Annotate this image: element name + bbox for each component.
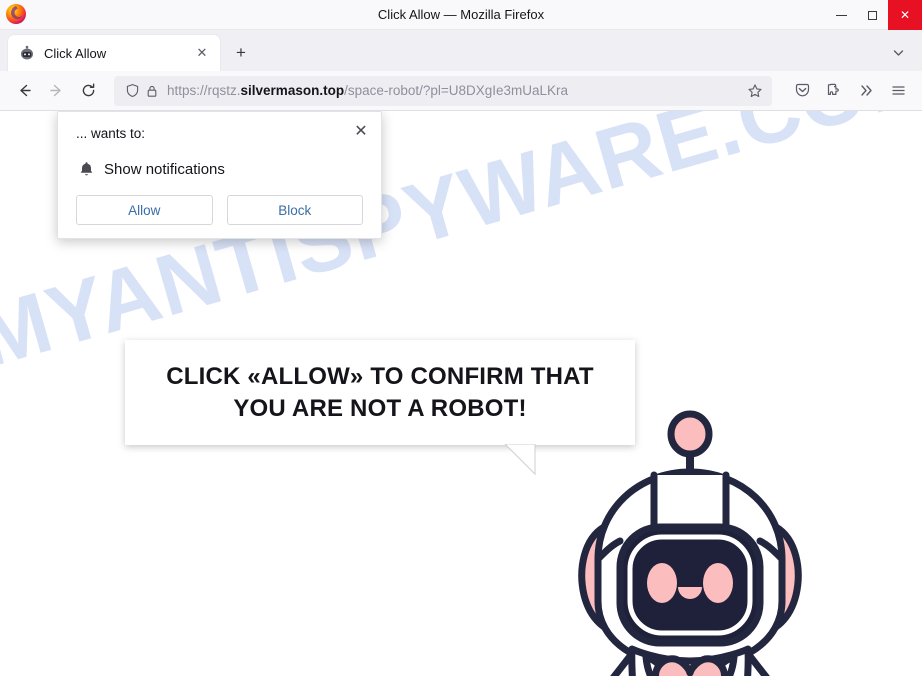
- tab-label: Click Allow: [44, 45, 107, 61]
- permission-row: Show notifications: [76, 159, 225, 179]
- overflow-menu-button[interactable]: [850, 76, 882, 106]
- page-content: MYANTISPYWARE.COM CLICK «ALLOW» TO CONFI…: [0, 111, 922, 676]
- notification-permission-popup: ✕ ... wants to: Show notifications Allow…: [57, 111, 382, 239]
- shield-icon[interactable]: [122, 81, 142, 101]
- popup-close-icon[interactable]: ✕: [348, 118, 374, 144]
- url-text[interactable]: https://rqstz.silvermason.top/space-robo…: [162, 83, 744, 98]
- new-tab-button[interactable]: +: [226, 38, 256, 68]
- tab-close-icon[interactable]: ✕: [192, 43, 212, 63]
- back-button[interactable]: [8, 76, 40, 106]
- allow-button[interactable]: Allow: [76, 195, 213, 225]
- forward-button[interactable]: [40, 76, 72, 106]
- url-host: silvermason.top: [240, 83, 345, 98]
- window-controls: ✕: [826, 0, 922, 30]
- permission-label: Show notifications: [104, 160, 225, 178]
- tab-strip: Click Allow ✕ +: [0, 30, 922, 71]
- reload-button[interactable]: [72, 76, 104, 106]
- block-button[interactable]: Block: [226, 195, 363, 225]
- bookmark-star-icon[interactable]: [744, 83, 766, 99]
- url-prefix: https://rqstz.: [167, 83, 241, 98]
- permission-buttons: Allow Block: [76, 195, 363, 225]
- firefox-logo-icon: [5, 3, 27, 25]
- extensions-puzzle-icon[interactable]: [818, 76, 850, 106]
- speech-bubble-tail: [503, 443, 537, 476]
- speech-bubble: CLICK «ALLOW» TO CONFIRM THAT YOU ARE NO…: [125, 340, 635, 445]
- window-title: Click Allow — Mozilla Firefox: [377, 6, 545, 22]
- lock-icon[interactable]: [142, 81, 162, 101]
- maximize-button[interactable]: [857, 0, 888, 30]
- tab-click-allow[interactable]: Click Allow ✕: [8, 35, 220, 71]
- navigation-toolbar: https://rqstz.silvermason.top/space-robo…: [0, 71, 922, 111]
- address-bar[interactable]: https://rqstz.silvermason.top/space-robo…: [114, 75, 772, 106]
- popup-origin-text: ... wants to:: [76, 126, 146, 141]
- list-all-tabs-chevron-down-icon[interactable]: [884, 38, 912, 66]
- hamburger-menu-button[interactable]: [882, 76, 914, 106]
- url-path: /space-robot/?pl=U8DXgIe3mUaLKra: [344, 83, 569, 98]
- pocket-icon[interactable]: [786, 76, 818, 106]
- title-bar: Click Allow — Mozilla Firefox ✕: [0, 0, 922, 30]
- space-robot-illustration: [562, 409, 818, 676]
- robot-favicon-icon: [19, 45, 35, 61]
- minimize-button[interactable]: [826, 0, 857, 30]
- speech-bubble-text: CLICK «ALLOW» TO CONFIRM THAT YOU ARE NO…: [166, 362, 594, 422]
- firefox-window: Click Allow — Mozilla Firefox ✕ Click Al…: [0, 0, 922, 676]
- close-window-button[interactable]: ✕: [888, 0, 922, 30]
- bell-icon: [76, 159, 96, 179]
